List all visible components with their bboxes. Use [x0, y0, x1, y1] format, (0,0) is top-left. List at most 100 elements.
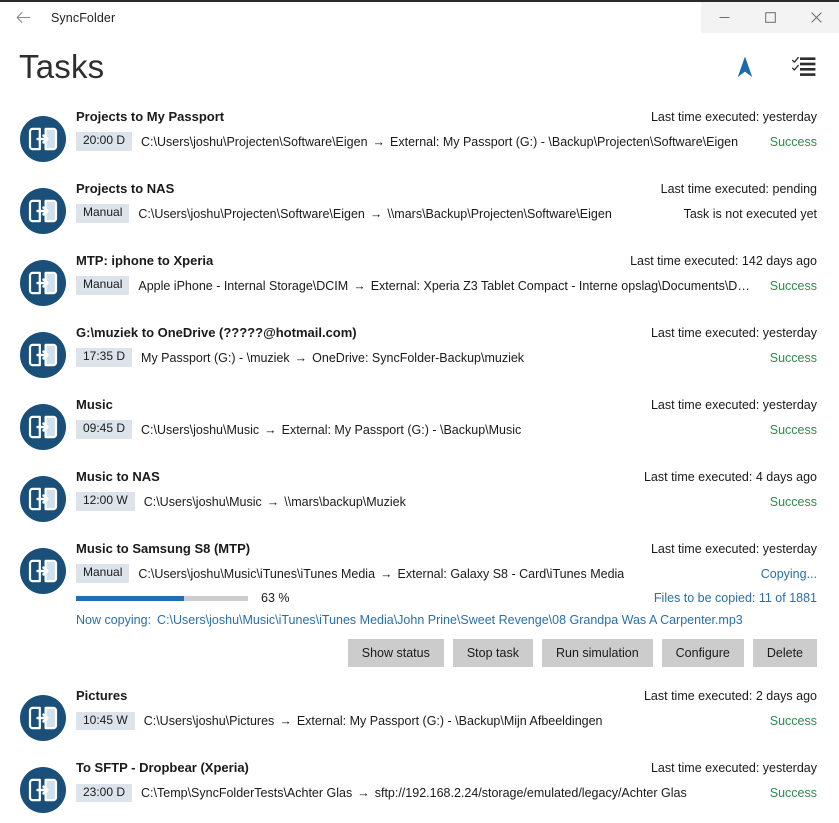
task-row[interactable]: To SFTP - Dropbear (Xperia) Last time ex…: [0, 751, 839, 823]
path-arrow-icon: →: [365, 207, 388, 221]
run-simulation-button[interactable]: Run simulation: [542, 639, 653, 667]
task-list: Projects to My Passport Last time execut…: [0, 100, 839, 823]
task-name: Projects to My Passport: [76, 109, 224, 124]
task-target-path: External: My Passport (G:) - \Backup\Mus…: [282, 423, 522, 437]
sync-task-icon: [19, 766, 67, 814]
task-path-line: 20:00 D C:\Users\joshu\Projecten\Softwar…: [76, 132, 817, 151]
stop-task-button[interactable]: Stop task: [453, 639, 533, 667]
task-name: Music: [76, 397, 113, 412]
delete-button[interactable]: Delete: [753, 639, 817, 667]
task-paths: Apple iPhone - Internal Storage\DCIM→Ext…: [138, 279, 755, 293]
task-row[interactable]: Music to NAS Last time executed: 4 days …: [0, 460, 839, 532]
task-status: Success: [770, 351, 817, 365]
task-row[interactable]: Music Last time executed: yesterday 09:4…: [0, 388, 839, 460]
task-schedule-badge[interactable]: Manual: [76, 564, 129, 582]
maximize-button[interactable]: [747, 2, 793, 33]
task-body: Projects to NAS Last time executed: pend…: [76, 181, 817, 223]
task-name: Projects to NAS: [76, 181, 174, 196]
task-paths: My Passport (G:) - \muziek→OneDrive: Syn…: [141, 351, 524, 365]
task-source-path: C:\Users\joshu\Music: [144, 495, 262, 509]
task-row[interactable]: Pictures Last time executed: 2 days ago …: [0, 679, 839, 751]
task-target-path: \\mars\backup\Muziek: [284, 495, 406, 509]
task-schedule-badge[interactable]: Manual: [76, 276, 129, 294]
path-arrow-icon: →: [348, 279, 371, 293]
task-path-group: Manual C:\Users\joshu\Projecten\Software…: [76, 204, 612, 222]
task-path-group: 20:00 D C:\Users\joshu\Projecten\Softwar…: [76, 132, 738, 150]
task-action-buttons: Show status Stop task Run simulation Config…: [76, 639, 817, 667]
task-body: Music to NAS Last time executed: 4 days …: [76, 469, 817, 511]
task-path-line: 10:45 W C:\Users\joshu\Pictures→External…: [76, 711, 817, 730]
task-header-line: Pictures Last time executed: 2 days ago: [76, 688, 817, 707]
task-path-line: 12:00 W C:\Users\joshu\Music→\\mars\back…: [76, 492, 817, 511]
task-schedule-badge[interactable]: 12:00 W: [76, 492, 135, 510]
show-status-button[interactable]: Show status: [348, 639, 444, 667]
header-actions: [732, 54, 817, 80]
task-header-line: Projects to NAS Last time executed: pend…: [76, 181, 817, 200]
task-row[interactable]: MTP: iphone to Xperia Last time executed…: [0, 244, 839, 316]
sync-task-icon: [19, 331, 67, 379]
task-path-line: Manual Apple iPhone - Internal Storage\D…: [76, 276, 817, 295]
task-schedule-badge[interactable]: 17:35 D: [76, 348, 132, 366]
path-arrow-icon: →: [274, 714, 297, 728]
minimize-button[interactable]: [701, 2, 747, 33]
task-row[interactable]: Projects to NAS Last time executed: pend…: [0, 172, 839, 244]
task-schedule-badge[interactable]: Manual: [76, 204, 129, 222]
task-header-line: Projects to My Passport Last time execut…: [76, 109, 817, 128]
task-path-group: 12:00 W C:\Users\joshu\Music→\\mars\back…: [76, 492, 406, 510]
close-button[interactable]: [793, 2, 839, 33]
task-status: Success: [770, 279, 817, 293]
now-copying-line: Now copying:C:\Users\joshu\Music\iTunes\…: [76, 613, 817, 627]
now-copying-path: C:\Users\joshu\Music\iTunes\iTunes Media…: [157, 613, 743, 627]
task-path-group: Manual Apple iPhone - Internal Storage\D…: [76, 276, 756, 294]
task-target-path: OneDrive: SyncFolder-Backup\muziek: [312, 351, 524, 365]
task-schedule-badge[interactable]: 20:00 D: [76, 132, 132, 150]
task-path-group: 23:00 D C:\Temp\SyncFolderTests\Achter G…: [76, 784, 687, 802]
progress-percent-label: 63 %: [261, 591, 290, 605]
task-last-run: Last time executed: 2 days ago: [644, 689, 817, 703]
task-last-run: Last time executed: yesterday: [651, 326, 817, 340]
run-all-icon[interactable]: [732, 54, 758, 80]
task-row[interactable]: G:\muziek to OneDrive (?????@hotmail.com…: [0, 316, 839, 388]
task-name: To SFTP - Dropbear (Xperia): [76, 760, 249, 775]
task-name: Music to Samsung S8 (MTP): [76, 541, 250, 556]
task-path-line: 23:00 D C:\Temp\SyncFolderTests\Achter G…: [76, 783, 817, 802]
task-path-line: 09:45 D C:\Users\joshu\Music→External: M…: [76, 420, 817, 439]
path-arrow-icon: →: [290, 351, 313, 365]
task-path-group: Manual C:\Users\joshu\Music\iTunes\iTune…: [76, 564, 624, 582]
sync-task-icon: [19, 187, 67, 235]
task-paths: C:\Temp\SyncFolderTests\Achter Glas→sftp…: [141, 786, 687, 800]
task-name: Music to NAS: [76, 469, 160, 484]
window-title: SyncFolder: [40, 11, 115, 25]
task-paths: C:\Users\joshu\Music→\\mars\backup\Muzie…: [144, 495, 406, 509]
task-path-line: Manual C:\Users\joshu\Music\iTunes\iTune…: [76, 564, 817, 583]
titlebar-left-group: SyncFolder: [0, 2, 115, 33]
task-body: Projects to My Passport Last time execut…: [76, 109, 817, 151]
task-schedule-badge[interactable]: 10:45 W: [76, 712, 135, 730]
task-row[interactable]: Music to Samsung S8 (MTP) Last time exec…: [0, 532, 839, 679]
checklist-icon[interactable]: [791, 54, 817, 80]
task-progress-line: 63 % Files to be copied: 11 of 1881: [76, 589, 817, 607]
back-arrow-icon[interactable]: [6, 3, 40, 32]
task-path-group: 10:45 W C:\Users\joshu\Pictures→External…: [76, 712, 603, 730]
task-row[interactable]: Projects to My Passport Last time execut…: [0, 100, 839, 172]
task-path-line: 17:35 D My Passport (G:) - \muziek→OneDr…: [76, 348, 817, 367]
task-schedule-badge[interactable]: 23:00 D: [76, 784, 132, 802]
task-last-run: Last time executed: yesterday: [651, 398, 817, 412]
task-paths: C:\Users\joshu\Music\iTunes\iTunes Media…: [138, 567, 624, 581]
task-path-group: 09:45 D C:\Users\joshu\Music→External: M…: [76, 420, 521, 438]
task-target-path: External: My Passport (G:) - \Backup\Pro…: [390, 135, 738, 149]
task-header-line: Music to Samsung S8 (MTP) Last time exec…: [76, 541, 817, 560]
task-source-path: My Passport (G:) - \muziek: [141, 351, 290, 365]
task-status: Success: [770, 714, 817, 728]
task-body: Pictures Last time executed: 2 days ago …: [76, 688, 817, 730]
path-arrow-icon: →: [375, 567, 398, 581]
task-body: G:\muziek to OneDrive (?????@hotmail.com…: [76, 325, 817, 367]
sync-task-icon: [19, 547, 67, 595]
configure-button[interactable]: Configure: [662, 639, 744, 667]
task-header-line: G:\muziek to OneDrive (?????@hotmail.com…: [76, 325, 817, 344]
page-title: Tasks: [19, 50, 732, 83]
task-target-path: \\mars\Backup\Projecten\Software\Eigen: [387, 207, 611, 221]
task-schedule-badge[interactable]: 09:45 D: [76, 420, 132, 438]
task-paths: C:\Users\joshu\Pictures→External: My Pas…: [144, 714, 603, 728]
task-target-path: External: Galaxy S8 - Card\iTunes Media: [398, 567, 625, 581]
